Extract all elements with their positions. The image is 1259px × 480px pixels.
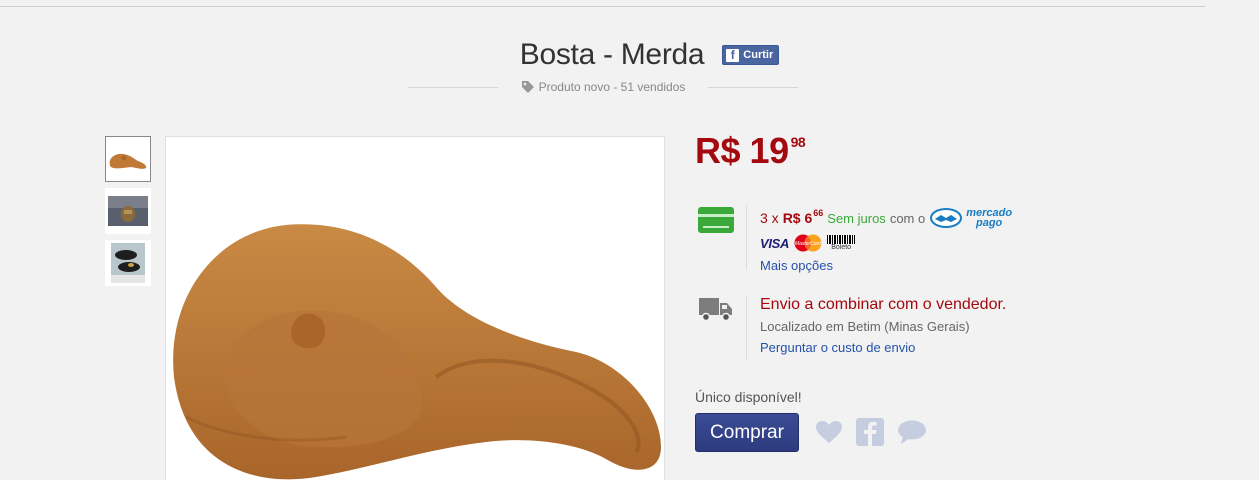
main-product-image[interactable] — [165, 136, 665, 480]
svg-text:MasterCard: MasterCard — [795, 241, 821, 247]
ask-shipping-cost-link[interactable]: Perguntar o custo de envio — [760, 340, 915, 355]
tag-icon — [521, 81, 534, 93]
product-price: R$ 19 98 — [695, 130, 806, 172]
interest-free-text: Sem juros — [827, 210, 886, 226]
visa-logo: VISA — [760, 235, 790, 251]
thumbnail-3[interactable] — [105, 240, 151, 286]
installments-count: 3 x — [760, 210, 779, 226]
favorite-heart-icon[interactable] — [815, 420, 843, 444]
product-title: Bosta - Merda — [519, 38, 705, 71]
shipping-divider — [746, 295, 747, 360]
photo-thumbnail-image — [111, 243, 145, 283]
subtitle-row: Produto novo - 51 vendidos — [408, 80, 798, 94]
boleto-logo: Boleto — [827, 234, 856, 252]
shipping-section: Envio a combinar com o vendedor. Localiz… — [698, 295, 1006, 360]
handshake-icon — [930, 208, 963, 228]
action-icons — [815, 418, 927, 446]
payment-divider — [746, 205, 747, 270]
payment-brands: VISA MasterCard Boleto — [760, 234, 1012, 252]
installment-cents: 66 — [813, 208, 824, 218]
installment-value: R$ 6 66 — [782, 208, 824, 226]
truck-icon — [699, 298, 732, 322]
boleto-label: Boleto — [831, 243, 852, 251]
facebook-like-button[interactable]: f Curtir — [722, 45, 780, 65]
poop-thumbnail-image — [109, 153, 147, 169]
installments-line: 3 x R$ 6 66 Sem juros com o mercado pago — [760, 207, 1012, 229]
facebook-icon: f — [726, 48, 740, 62]
shipping-title: Envio a combinar com o vendedor. — [760, 296, 1007, 313]
price-cents: 98 — [790, 134, 806, 150]
payment-section: 3 x R$ 6 66 Sem juros com o mercado pago V… — [698, 205, 1012, 273]
price-whole: 19 — [749, 130, 790, 171]
product-condition-sales: Produto novo - 51 vendidos — [538, 80, 686, 94]
product-subtitle: Produto novo - 51 vendidos — [521, 80, 686, 94]
thumbnail-1[interactable] — [105, 136, 151, 182]
seller-location: Localizado em Betim (Minas Gerais) — [760, 319, 970, 334]
more-payment-options-link[interactable]: Mais opções — [760, 258, 833, 273]
with-text: com o — [889, 210, 926, 226]
facebook-like-label: Curtir — [743, 49, 774, 61]
title-row: Bosta - Merda f Curtir — [0, 38, 1259, 72]
mercado-pago-logo: mercado pago — [929, 207, 1012, 229]
speech-bubble-icon[interactable] — [897, 419, 927, 445]
mastercard-logo: MasterCard — [794, 234, 822, 252]
thumbnail-2[interactable] — [105, 188, 151, 234]
photo-thumbnail-image — [108, 196, 148, 226]
stock-status: Único disponível! — [695, 389, 802, 405]
subtitle-divider-left — [408, 86, 498, 88]
barcode-icon — [827, 234, 856, 244]
top-divider — [0, 6, 1205, 7]
thumbnail-list — [105, 136, 151, 292]
price-currency: R$ — [695, 130, 741, 171]
mercado-pago-line2: pago — [976, 217, 1003, 229]
subtitle-divider-right — [707, 86, 798, 88]
poop-image — [173, 224, 662, 480]
buy-button[interactable]: Comprar — [695, 413, 799, 452]
facebook-share-icon[interactable] — [856, 418, 884, 446]
credit-card-icon — [698, 207, 734, 233]
